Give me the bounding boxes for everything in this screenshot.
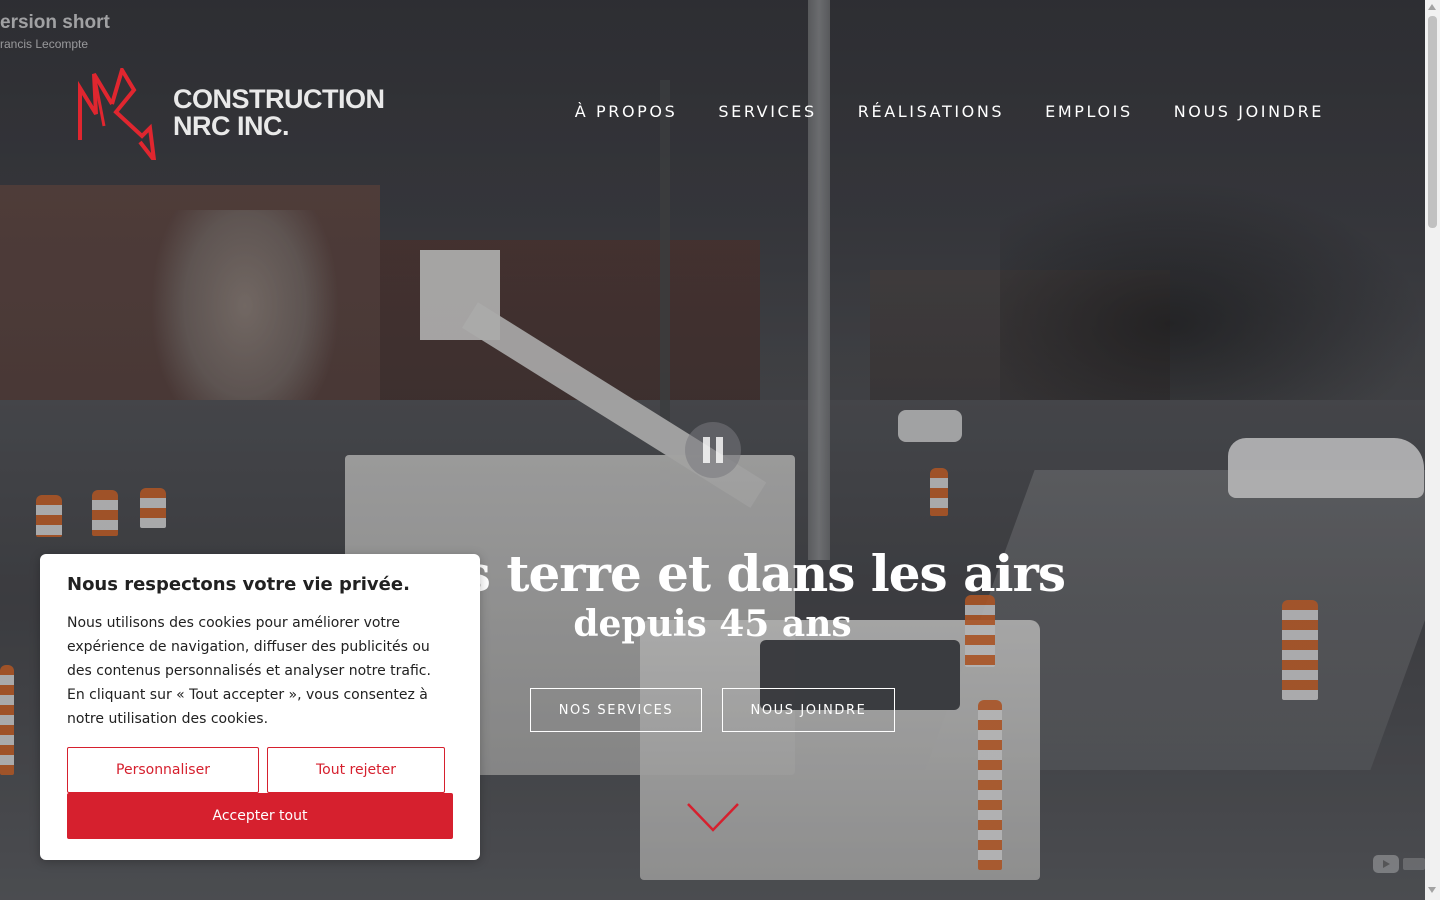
site-logo[interactable]: CONSTRUCTION NRC INC. <box>78 68 408 162</box>
nav-item-emplois[interactable]: EMPLOIS <box>1045 102 1133 121</box>
page: ersion short rancis Lecompte CONSTRUCTIO… <box>0 0 1440 900</box>
customize-button[interactable]: Personnaliser <box>67 747 259 793</box>
reject-all-button[interactable]: Tout rejeter <box>267 747 445 793</box>
our-services-button[interactable]: NOS SERVICES <box>530 688 702 732</box>
scroll-down-arrow-icon[interactable] <box>1428 887 1436 893</box>
logo-line-1: CONSTRUCTION <box>173 84 385 114</box>
main-nav: À PROPOS SERVICES RÉALISATIONS EMPLOIS N… <box>575 102 1324 121</box>
cookie-text: Nous utilisons des cookies pour améliore… <box>67 615 431 727</box>
cookie-consent-banner: Nous respectons votre vie privée. Nous u… <box>40 554 480 860</box>
cookie-title: Nous respectons votre vie privée. <box>67 574 410 595</box>
logo-mark-icon <box>78 68 157 160</box>
contact-us-button[interactable]: NOUS JOINDRE <box>722 688 895 732</box>
scroll-thumb[interactable] <box>1428 16 1437 228</box>
nav-item-realisations[interactable]: RÉALISATIONS <box>858 102 1004 121</box>
accept-all-button[interactable]: Accepter tout <box>67 793 453 839</box>
pause-button[interactable] <box>685 422 741 478</box>
nav-item-a-propos[interactable]: À PROPOS <box>575 102 678 121</box>
pause-icon-bar <box>716 437 723 463</box>
nav-item-services[interactable]: SERVICES <box>718 102 816 121</box>
video-title[interactable]: ersion short <box>0 12 110 34</box>
chevron-down-icon[interactable] <box>686 800 740 834</box>
pause-icon <box>703 437 710 463</box>
nav-item-nous-joindre[interactable]: NOUS JOINDRE <box>1174 102 1324 121</box>
scrollbar[interactable] <box>1425 0 1440 900</box>
youtube-icon[interactable] <box>1372 852 1426 876</box>
scroll-up-arrow-icon[interactable] <box>1428 4 1436 10</box>
logo-text: CONSTRUCTION NRC INC. <box>173 86 385 140</box>
video-channel[interactable]: rancis Lecompte <box>0 37 88 51</box>
logo-line-2: NRC INC. <box>173 111 289 141</box>
